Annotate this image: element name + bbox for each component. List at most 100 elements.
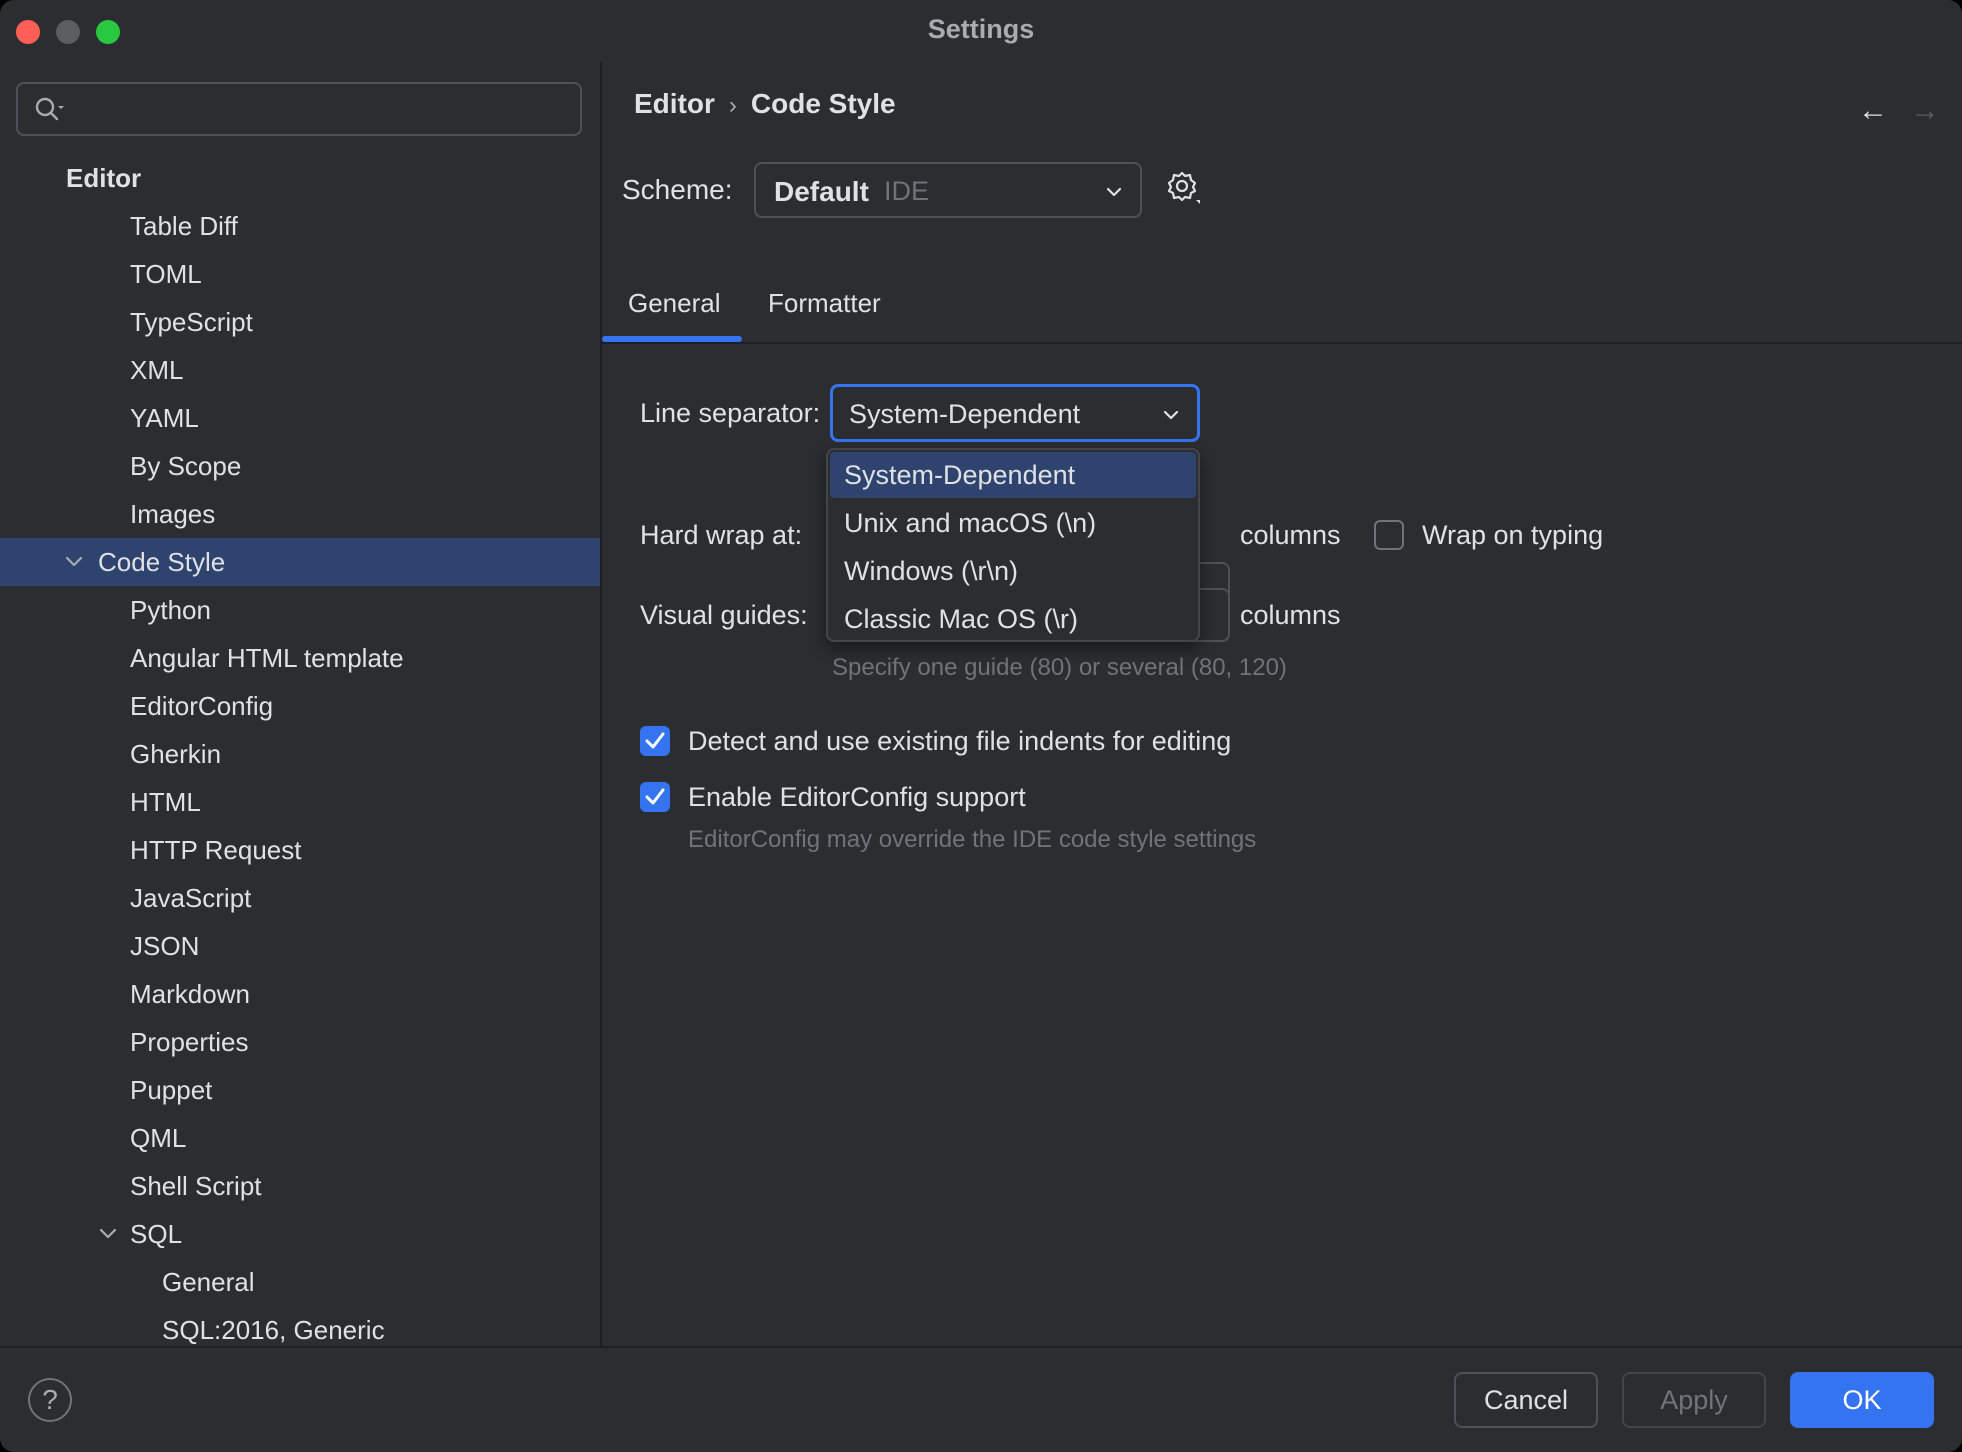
- search-icon: [35, 97, 64, 121]
- sidebar-item-label: QML: [130, 1123, 187, 1153]
- scheme-label: Scheme:: [622, 174, 733, 205]
- sidebar-item-label: By Scope: [130, 451, 242, 481]
- breadcrumb: Editor › Code Style: [634, 88, 896, 120]
- line-separator-select[interactable]: System-Dependent: [830, 384, 1200, 442]
- title-bar: Settings: [0, 0, 1962, 62]
- breadcrumb-separator: ›: [728, 92, 737, 119]
- dropdown-option[interactable]: Windows (\r\n): [830, 548, 1196, 594]
- sidebar-item-label: TOML: [130, 259, 202, 289]
- sidebar-item[interactable]: Images: [0, 490, 600, 538]
- editorconfig-label: Enable EditorConfig support: [688, 782, 1026, 812]
- dropdown-option[interactable]: Unix and macOS (\n): [830, 500, 1196, 546]
- sidebar-item[interactable]: Table Diff: [0, 202, 600, 250]
- chevron-down-icon: [1163, 410, 1179, 420]
- wrap-on-typing-checkbox[interactable]: [1374, 520, 1404, 550]
- sidebar-item[interactable]: TypeScript: [0, 298, 600, 346]
- sidebar-item[interactable]: Puppet: [0, 1066, 600, 1114]
- sidebar-item-label: Code Style: [98, 547, 226, 577]
- sidebar-item-label: SQL: [130, 1219, 183, 1249]
- sidebar-item[interactable]: Code Style: [0, 538, 600, 586]
- dialog-footer: ? Cancel Apply OK: [0, 1346, 1962, 1452]
- sidebar-item-label: XML: [130, 355, 184, 385]
- sidebar-item[interactable]: SQL: [0, 1210, 600, 1258]
- sidebar-item-label: Editor: [66, 163, 142, 193]
- checkmark-icon: [645, 788, 665, 805]
- sidebar-item[interactable]: Gherkin: [0, 730, 600, 778]
- sidebar-item[interactable]: HTML: [0, 778, 600, 826]
- sidebar-item[interactable]: Python: [0, 586, 600, 634]
- forward-arrow-icon[interactable]: →: [1910, 94, 1940, 128]
- chevron-down-icon[interactable]: [96, 1210, 120, 1258]
- sidebar-item[interactable]: QML: [0, 1114, 600, 1162]
- ok-button[interactable]: OK: [1790, 1372, 1934, 1428]
- sidebar-item-label: TypeScript: [130, 307, 253, 337]
- sidebar-item[interactable]: HTTP Request: [0, 826, 600, 874]
- detect-indents-checkbox[interactable]: [640, 726, 670, 756]
- tab-bar: General Formatter: [602, 270, 1962, 344]
- checkmark-icon: [645, 732, 665, 749]
- sidebar-item[interactable]: JavaScript: [0, 874, 600, 922]
- detect-indents-label: Detect and use existing file indents for…: [688, 726, 1232, 756]
- sidebar-item-label: Properties: [130, 1027, 249, 1057]
- sidebar-item[interactable]: XML: [0, 346, 600, 394]
- sidebar-item-label: Angular HTML template: [130, 643, 404, 673]
- tab-formatter[interactable]: Formatter: [768, 288, 881, 319]
- settings-search-input[interactable]: [16, 82, 582, 136]
- tab-general[interactable]: General: [628, 288, 721, 319]
- gear-icon[interactable]: [1166, 170, 1202, 206]
- scheme-select[interactable]: Default IDE: [754, 162, 1142, 218]
- sidebar-item-label: Shell Script: [130, 1171, 262, 1201]
- sidebar-item[interactable]: YAML: [0, 394, 600, 442]
- settings-sidebar: Editor Table Diff TOML TypeScript XML YAML By …: [0, 62, 602, 1346]
- sidebar-item-label: General: [162, 1267, 255, 1297]
- sidebar-item[interactable]: EditorConfig: [0, 682, 600, 730]
- sidebar-item-label: Markdown: [130, 979, 250, 1009]
- sidebar-item-label: HTTP Request: [130, 835, 302, 865]
- visual-guides-label: Visual guides:: [640, 600, 808, 630]
- chevron-down-icon: [1106, 187, 1122, 197]
- active-tab-indicator: [602, 336, 742, 342]
- sidebar-item[interactable]: General: [0, 1258, 600, 1306]
- back-arrow-icon[interactable]: ←: [1858, 94, 1888, 128]
- sidebar-item-label: Table Diff: [130, 211, 238, 241]
- sidebar-item-label: HTML: [130, 787, 201, 817]
- sidebar-item-label: Images: [130, 499, 216, 529]
- sidebar-item[interactable]: JSON: [0, 922, 600, 970]
- apply-button[interactable]: Apply: [1622, 1372, 1766, 1428]
- sidebar-item[interactable]: Angular HTML template: [0, 634, 600, 682]
- visual-guides-hint: Specify one guide (80) or several (80, 1…: [832, 654, 1287, 681]
- help-button[interactable]: ?: [28, 1378, 72, 1422]
- sidebar-item-label: JavaScript: [130, 883, 252, 913]
- dropdown-option[interactable]: Classic Mac OS (\r): [830, 596, 1196, 642]
- chevron-down-icon[interactable]: [62, 538, 86, 586]
- wrap-on-typing-label: Wrap on typing: [1422, 520, 1604, 550]
- hard-wrap-unit: columns: [1240, 520, 1341, 550]
- sidebar-item-label: JSON: [130, 931, 200, 961]
- breadcrumb-current: Code Style: [750, 88, 896, 119]
- sidebar-item-label: Python: [130, 595, 211, 625]
- scheme-suffix: IDE: [884, 176, 930, 206]
- editorconfig-checkbox[interactable]: [640, 782, 670, 812]
- line-separator-dropdown: System-Dependent Unix and macOS (\n) Win…: [826, 448, 1200, 642]
- sidebar-item[interactable]: TOML: [0, 250, 600, 298]
- window-title: Settings: [927, 14, 1035, 44]
- hard-wrap-label: Hard wrap at:: [640, 520, 803, 550]
- dropdown-option[interactable]: System-Dependent: [830, 452, 1196, 498]
- sidebar-item[interactable]: Properties: [0, 1018, 600, 1066]
- sidebar-item-label: YAML: [130, 403, 199, 433]
- settings-window: Settings Editor Table Diff TOML TypeScript X…: [0, 0, 1962, 1452]
- sidebar-item-label: Gherkin: [130, 739, 222, 769]
- breadcrumb-parent[interactable]: Editor: [634, 88, 715, 119]
- sidebar-item[interactable]: Shell Script: [0, 1162, 600, 1210]
- cancel-button[interactable]: Cancel: [1454, 1372, 1598, 1428]
- sidebar-item[interactable]: By Scope: [0, 442, 600, 490]
- sidebar-item-label: EditorConfig: [130, 691, 274, 721]
- line-separator-value: System-Dependent: [849, 399, 1081, 429]
- visual-guides-unit: columns: [1240, 600, 1341, 630]
- code-style-panel: Editor › Code Style ← → Scheme: Default ID…: [602, 62, 1962, 1346]
- editorconfig-hint: EditorConfig may override the IDE code s…: [688, 826, 1257, 853]
- line-separator-label: Line separator:: [640, 398, 821, 428]
- sidebar-item[interactable]: Markdown: [0, 970, 600, 1018]
- scheme-value: Default: [774, 176, 869, 207]
- sidebar-item[interactable]: Editor: [0, 154, 600, 202]
